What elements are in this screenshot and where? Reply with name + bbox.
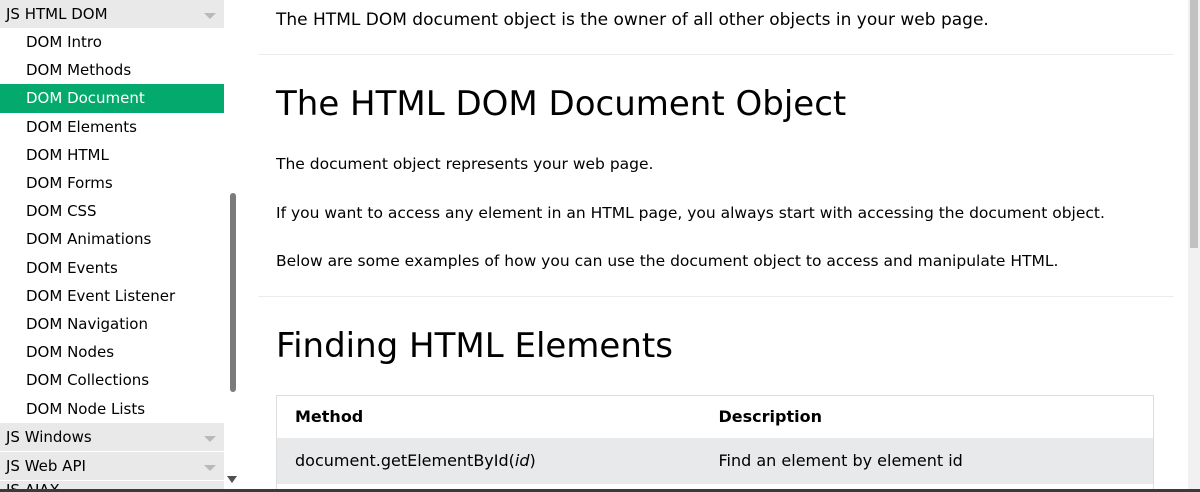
main-content: The HTML DOM document object is the owne… bbox=[258, 0, 1174, 492]
sidebar-item-label: DOM Navigation bbox=[26, 314, 148, 333]
divider bbox=[258, 54, 1174, 55]
sidebar-item-label: DOM Collections bbox=[26, 371, 150, 390]
sidebar-item-label: DOM Event Listener bbox=[26, 286, 176, 305]
method-arg: id bbox=[514, 451, 530, 470]
sidebar-item-dom-html[interactable]: DOM HTML bbox=[0, 141, 224, 169]
sidebar-item-label: DOM Elements bbox=[26, 117, 137, 136]
sidebar-section-js-web-api[interactable]: JS Web API bbox=[0, 451, 224, 480]
sidebar-item-label: DOM HTML bbox=[26, 145, 109, 164]
sidebar-item-dom-methods[interactable]: DOM Methods bbox=[0, 56, 224, 84]
sidebar-item-dom-node-lists[interactable]: DOM Node Lists bbox=[0, 394, 224, 422]
paragraph-3: Below are some examples of how you can u… bbox=[276, 252, 1059, 270]
method-cell: document.getElementById(id) bbox=[276, 437, 707, 484]
sidebar-item-label: DOM Nodes bbox=[26, 343, 115, 362]
sidebar-item-dom-animations[interactable]: DOM Animations bbox=[0, 225, 224, 253]
sidebar-item-dom-event-listener[interactable]: DOM Event Listener bbox=[0, 282, 224, 310]
column-header-method: Method bbox=[276, 395, 707, 438]
column-header-description: Description bbox=[706, 395, 1154, 438]
paragraph-2: If you want to access any element in an … bbox=[276, 204, 1105, 222]
dropdown-triangle-icon bbox=[204, 435, 216, 442]
scroll-down-arrow-icon[interactable] bbox=[227, 476, 237, 483]
page-heading: The HTML DOM Document Object bbox=[276, 84, 847, 124]
sidebar-item-dom-navigation[interactable]: DOM Navigation bbox=[0, 310, 224, 338]
sidebar-item-dom-intro[interactable]: DOM Intro bbox=[0, 28, 224, 56]
sidebar-item-label: DOM Events bbox=[26, 258, 118, 277]
sidebar-nav: JS HTML DOM DOM Intro DOM Methods DOM Do… bbox=[0, 0, 224, 492]
dropdown-triangle-icon bbox=[204, 13, 216, 19]
sidebar-item-dom-collections[interactable]: DOM Collections bbox=[0, 366, 224, 394]
table-header-row: Method Description bbox=[276, 395, 1154, 438]
reference-table: Method Description document.getElementBy… bbox=[276, 395, 1154, 492]
intro-text: The HTML DOM document object is the owne… bbox=[276, 10, 989, 30]
sidebar-section-js-html-dom[interactable]: JS HTML DOM bbox=[0, 0, 224, 28]
sidebar-item-label: DOM Methods bbox=[26, 61, 132, 80]
sidebar-section-label: JS Web API bbox=[6, 456, 86, 475]
sidebar-item-label: DOM Forms bbox=[26, 174, 113, 193]
sidebar-section-label: JS Windows bbox=[6, 427, 92, 446]
sidebar-section-label: JS HTML DOM bbox=[6, 5, 108, 23]
sidebar-item-dom-css[interactable]: DOM CSS bbox=[0, 197, 224, 225]
sidebar-item-label: DOM Intro bbox=[26, 33, 102, 52]
method-paren: ) bbox=[529, 451, 536, 470]
sidebar-item-label: DOM Document bbox=[26, 89, 145, 108]
sidebar-item-dom-document[interactable]: DOM Document bbox=[0, 84, 224, 113]
method-name: document.getElementById( bbox=[295, 451, 515, 470]
sidebar-item-label: DOM CSS bbox=[26, 202, 97, 221]
page-scrollbar-thumb[interactable] bbox=[1190, 0, 1198, 248]
sidebar-scrollbar-thumb[interactable] bbox=[230, 193, 236, 392]
sidebar-item-dom-events[interactable]: DOM Events bbox=[0, 254, 224, 282]
sidebar-item-dom-nodes[interactable]: DOM Nodes bbox=[0, 338, 224, 366]
paragraph-1: The document object represents your web … bbox=[276, 155, 654, 173]
table-row: document.getElementById(id) Find an elem… bbox=[276, 437, 1154, 484]
dropdown-triangle-icon bbox=[204, 464, 216, 471]
sidebar-item-label: DOM Node Lists bbox=[26, 399, 146, 418]
section-heading: Finding HTML Elements bbox=[276, 326, 673, 366]
sidebar-item-label: DOM Animations bbox=[26, 230, 152, 249]
sidebar-section-js-windows[interactable]: JS Windows bbox=[0, 422, 224, 451]
sidebar-item-dom-elements[interactable]: DOM Elements bbox=[0, 113, 224, 141]
divider bbox=[258, 296, 1174, 297]
sidebar-item-dom-forms[interactable]: DOM Forms bbox=[0, 169, 224, 197]
description-cell: Find an element by element id bbox=[706, 437, 1154, 484]
